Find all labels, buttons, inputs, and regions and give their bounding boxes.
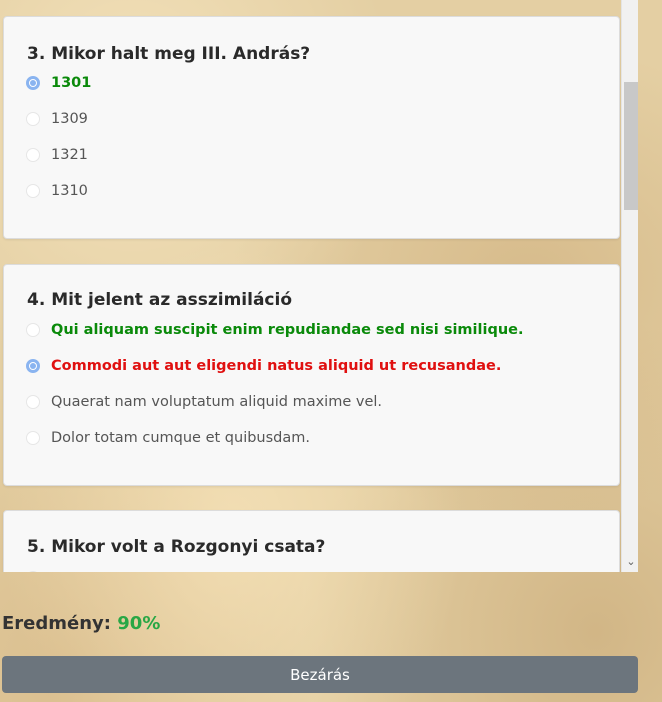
result-text: Eredmény: 90% — [2, 613, 160, 634]
result-score: 90% — [117, 613, 161, 634]
answer-option[interactable]: Qui aliquam suscipit enim repudiandae se… — [26, 319, 524, 341]
radio-button[interactable] — [26, 323, 40, 337]
answer-option[interactable]: 1309 — [26, 108, 88, 130]
radio-button[interactable] — [26, 148, 40, 162]
answer-option[interactable]: 1301 — [26, 72, 91, 94]
answer-option[interactable]: Dolor totam cumque et quibusdam. — [26, 427, 310, 449]
answer-option[interactable]: Quaerat nam voluptatum aliquid maxime ve… — [26, 391, 382, 413]
answer-option[interactable]: 1321 — [26, 144, 88, 166]
answer-option[interactable]: Commodi aut aut eligendi natus aliquid u… — [26, 355, 501, 377]
answer-option[interactable]: 1310 — [26, 180, 88, 202]
question-card-3: 3. Mikor halt meg III. András? 1301 1309… — [3, 16, 620, 239]
answer-label: Qui aliquam suscipit enim repudiandae se… — [51, 322, 524, 338]
radio-button[interactable] — [26, 395, 40, 409]
scrollbar[interactable]: ⌄ — [621, 0, 638, 572]
radio-button[interactable] — [26, 184, 40, 198]
answer-label: 1309 — [51, 111, 88, 127]
radio-button[interactable] — [26, 76, 40, 90]
result-label: Eredmény: — [2, 613, 111, 634]
question-card-5: 5. Mikor volt a Rozgonyi csata? — [3, 510, 620, 572]
close-button[interactable]: Bezárás — [2, 656, 638, 693]
answer-label: 1321 — [51, 147, 88, 163]
chevron-down-icon[interactable]: ⌄ — [625, 556, 637, 568]
answer-option[interactable] — [26, 567, 40, 572]
answer-label: Dolor totam cumque et quibusdam. — [51, 430, 310, 446]
answer-label: Quaerat nam voluptatum aliquid maxime ve… — [51, 394, 383, 410]
answer-label: 1301 — [51, 75, 92, 91]
quiz-scroll-area[interactable]: 3. Mikor halt meg III. András? 1301 1309… — [0, 0, 638, 572]
answer-label: 1310 — [51, 183, 88, 199]
radio-button[interactable] — [26, 112, 40, 126]
scrollbar-thumb[interactable] — [624, 82, 638, 210]
question-title: 4. Mit jelent az asszimiláció — [27, 290, 292, 310]
radio-button[interactable] — [26, 359, 40, 373]
question-title: 3. Mikor halt meg III. András? — [27, 44, 311, 64]
radio-button[interactable] — [26, 431, 40, 445]
radio-button[interactable] — [26, 571, 40, 572]
answer-label: Commodi aut aut eligendi natus aliquid u… — [51, 358, 502, 374]
question-title: 5. Mikor volt a Rozgonyi csata? — [27, 537, 326, 557]
question-card-4: 4. Mit jelent az asszimiláció Qui aliqua… — [3, 264, 620, 486]
